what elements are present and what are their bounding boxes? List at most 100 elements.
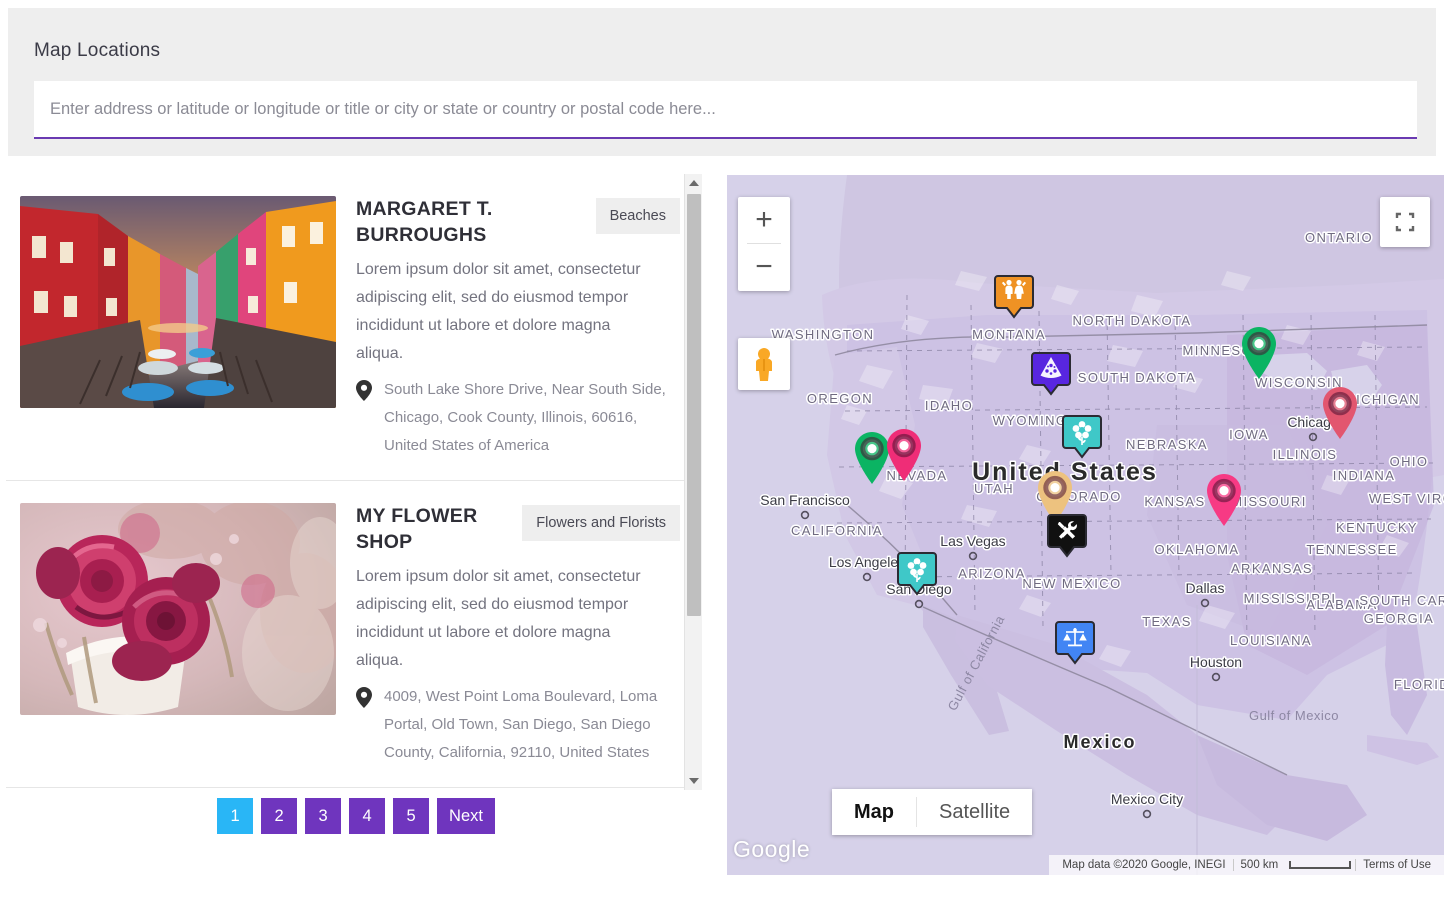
pagination: 1 2 3 4 5 Next [0,798,712,834]
page-button-5[interactable]: 5 [393,798,429,834]
map-label: ARIZONA [958,566,1026,581]
page-button-4[interactable]: 4 [349,798,385,834]
marker-pin-green-minnesota-icon [1238,325,1280,383]
listing-category-badge[interactable]: Beaches [596,198,680,234]
map-type-satellite[interactable]: Satellite [917,789,1032,835]
map-label: TENNESSEE [1306,542,1397,557]
map-label: OHIO [1390,454,1429,469]
map-label: ILLINOIS [1273,447,1338,462]
listing-title: MARGARET T. BURROUGHS [356,196,546,248]
search-input[interactable] [34,81,1417,137]
marker-pin-pink-nevada-icon [883,427,925,485]
listing-address-text: 4009, West Point Loma Boulevard, Loma Po… [384,683,680,767]
listing-description: Lorem ipsum dolor sit amet, consectetur … [356,563,661,675]
city-dot-icon [1310,434,1317,441]
city-dot-icon [802,512,809,519]
map-scale-bar [1289,861,1351,869]
list-item[interactable]: MARGARET T. BURROUGHS Beaches Lorem ipsu… [6,174,694,481]
map-label: GEORGIA [1364,611,1434,626]
map-label: Mexico [1063,732,1136,752]
map-label: Gulf of California [945,612,1008,713]
map-label: CALIFORNIA [791,523,883,538]
zoom-controls[interactable]: + − [738,197,790,291]
marker-pin-pink-kansas-icon [1203,472,1245,530]
fullscreen-icon [1395,212,1415,232]
map-label: Houston [1190,654,1242,670]
map-label: WYOMING [993,413,1068,428]
map-label: WEST VIRGINIA [1369,491,1444,506]
map-type-map[interactable]: Map [832,789,916,835]
page-title: Map Locations [34,40,160,62]
next-page-button[interactable]: Next [437,798,495,834]
map-scale-label: 500 km [1234,859,1286,871]
map-label: SOUTH DAKOTA [1078,370,1196,385]
map-attribution-bar: Map data ©2020 Google, INEGI 500 km Term… [1049,855,1444,875]
street-view-pegman-button[interactable] [738,338,790,390]
marker-pin-pink-kansas[interactable] [1203,472,1245,535]
fullscreen-button[interactable] [1380,197,1430,247]
google-logo: Google [733,836,810,863]
listings-column: MARGARET T. BURROUGHS Beaches Lorem ipsu… [0,174,712,790]
marker-florist-nebraska[interactable] [1060,413,1104,474]
page-button-2[interactable]: 2 [261,798,297,834]
listing-address-row: 4009, West Point Loma Boulevard, Loma Po… [356,683,680,767]
map-label: FLORIDA [1394,677,1444,692]
scroll-down-arrow-icon[interactable] [685,772,703,790]
listings-scrollbar[interactable] [684,174,702,790]
marker-legal-scales[interactable] [1053,619,1097,680]
marker-pin-pink-chicago-icon [1319,385,1361,443]
map-label: KENTUCKY [1336,520,1418,535]
map-label: SOUTH CAROLINA [1359,593,1444,608]
marker-kids-playground[interactable] [992,273,1036,334]
map-label: ARKANSAS [1231,561,1313,576]
map-label: IOWA [1229,427,1269,442]
map-type-switcher[interactable]: Map Satellite [832,789,1032,835]
search-field-wrapper[interactable] [34,81,1417,139]
map-label: IDAHO [925,398,973,413]
marker-pizza-icon [1029,350,1073,406]
location-pin-icon [356,687,374,718]
page-button-3[interactable]: 3 [305,798,341,834]
list-item[interactable]: MY FLOWER SHOP Flowers and Florists Lore… [6,481,694,788]
marker-pin-pink-chicago[interactable] [1319,385,1361,448]
marker-pin-pink-nevada[interactable] [883,427,925,490]
listing-title: MY FLOWER SHOP [356,503,512,555]
scrollbar-thumb[interactable] [687,194,701,616]
zoom-out-button[interactable]: − [738,244,790,290]
map-label: NEW MEXICO [1022,576,1121,591]
terms-of-use-link[interactable]: Terms of Use [1356,859,1438,871]
map-label: INDIANA [1333,468,1396,483]
map-label: OREGON [807,391,873,406]
listing-category-badge[interactable]: Flowers and Florists [522,505,680,541]
listing-photo [20,196,336,408]
map-label: LOUISIANA [1230,633,1312,648]
map-label: TEXAS [1142,614,1192,629]
zoom-in-button[interactable]: + [738,197,790,243]
marker-tools-colorado-icon [1045,512,1089,568]
marker-tools-colorado[interactable] [1045,512,1089,573]
map-data-attribution: Map data ©2020 Google, INEGI [1055,859,1232,871]
city-dot-icon [1213,674,1220,681]
marker-pizza[interactable] [1029,350,1073,411]
page-button-1[interactable]: 1 [217,798,253,834]
search-panel: Map Locations [8,8,1436,156]
pegman-icon [751,347,777,381]
map-label: Gulf of Mexico [1249,708,1339,723]
listing-address-row: South Lake Shore Drive, Near South Side,… [356,376,680,460]
map-label: NEBRASKA [1126,437,1208,452]
map-label: San Francisco [760,492,850,508]
marker-florist-san-diego-icon [895,550,939,606]
map-label: Los Angeles [829,554,905,570]
google-map[interactable]: United StatesMexico ONTARIOWASHINGTONMON… [727,175,1444,875]
listings-scroll-area[interactable]: MARGARET T. BURROUGHS Beaches Lorem ipsu… [6,174,694,790]
map-locations-page: Map Locations [0,0,1444,902]
city-dot-icon [1144,811,1151,818]
marker-florist-san-diego[interactable] [895,550,939,611]
scroll-up-arrow-icon[interactable] [685,174,703,192]
map-label: Dallas [1186,580,1225,596]
city-dot-icon [1202,600,1209,607]
map-label: OKLAHOMA [1155,542,1240,557]
marker-pin-green-minnesota[interactable] [1238,325,1280,388]
marker-florist-nebraska-icon [1060,413,1104,469]
listing-address-text: South Lake Shore Drive, Near South Side,… [384,376,680,460]
